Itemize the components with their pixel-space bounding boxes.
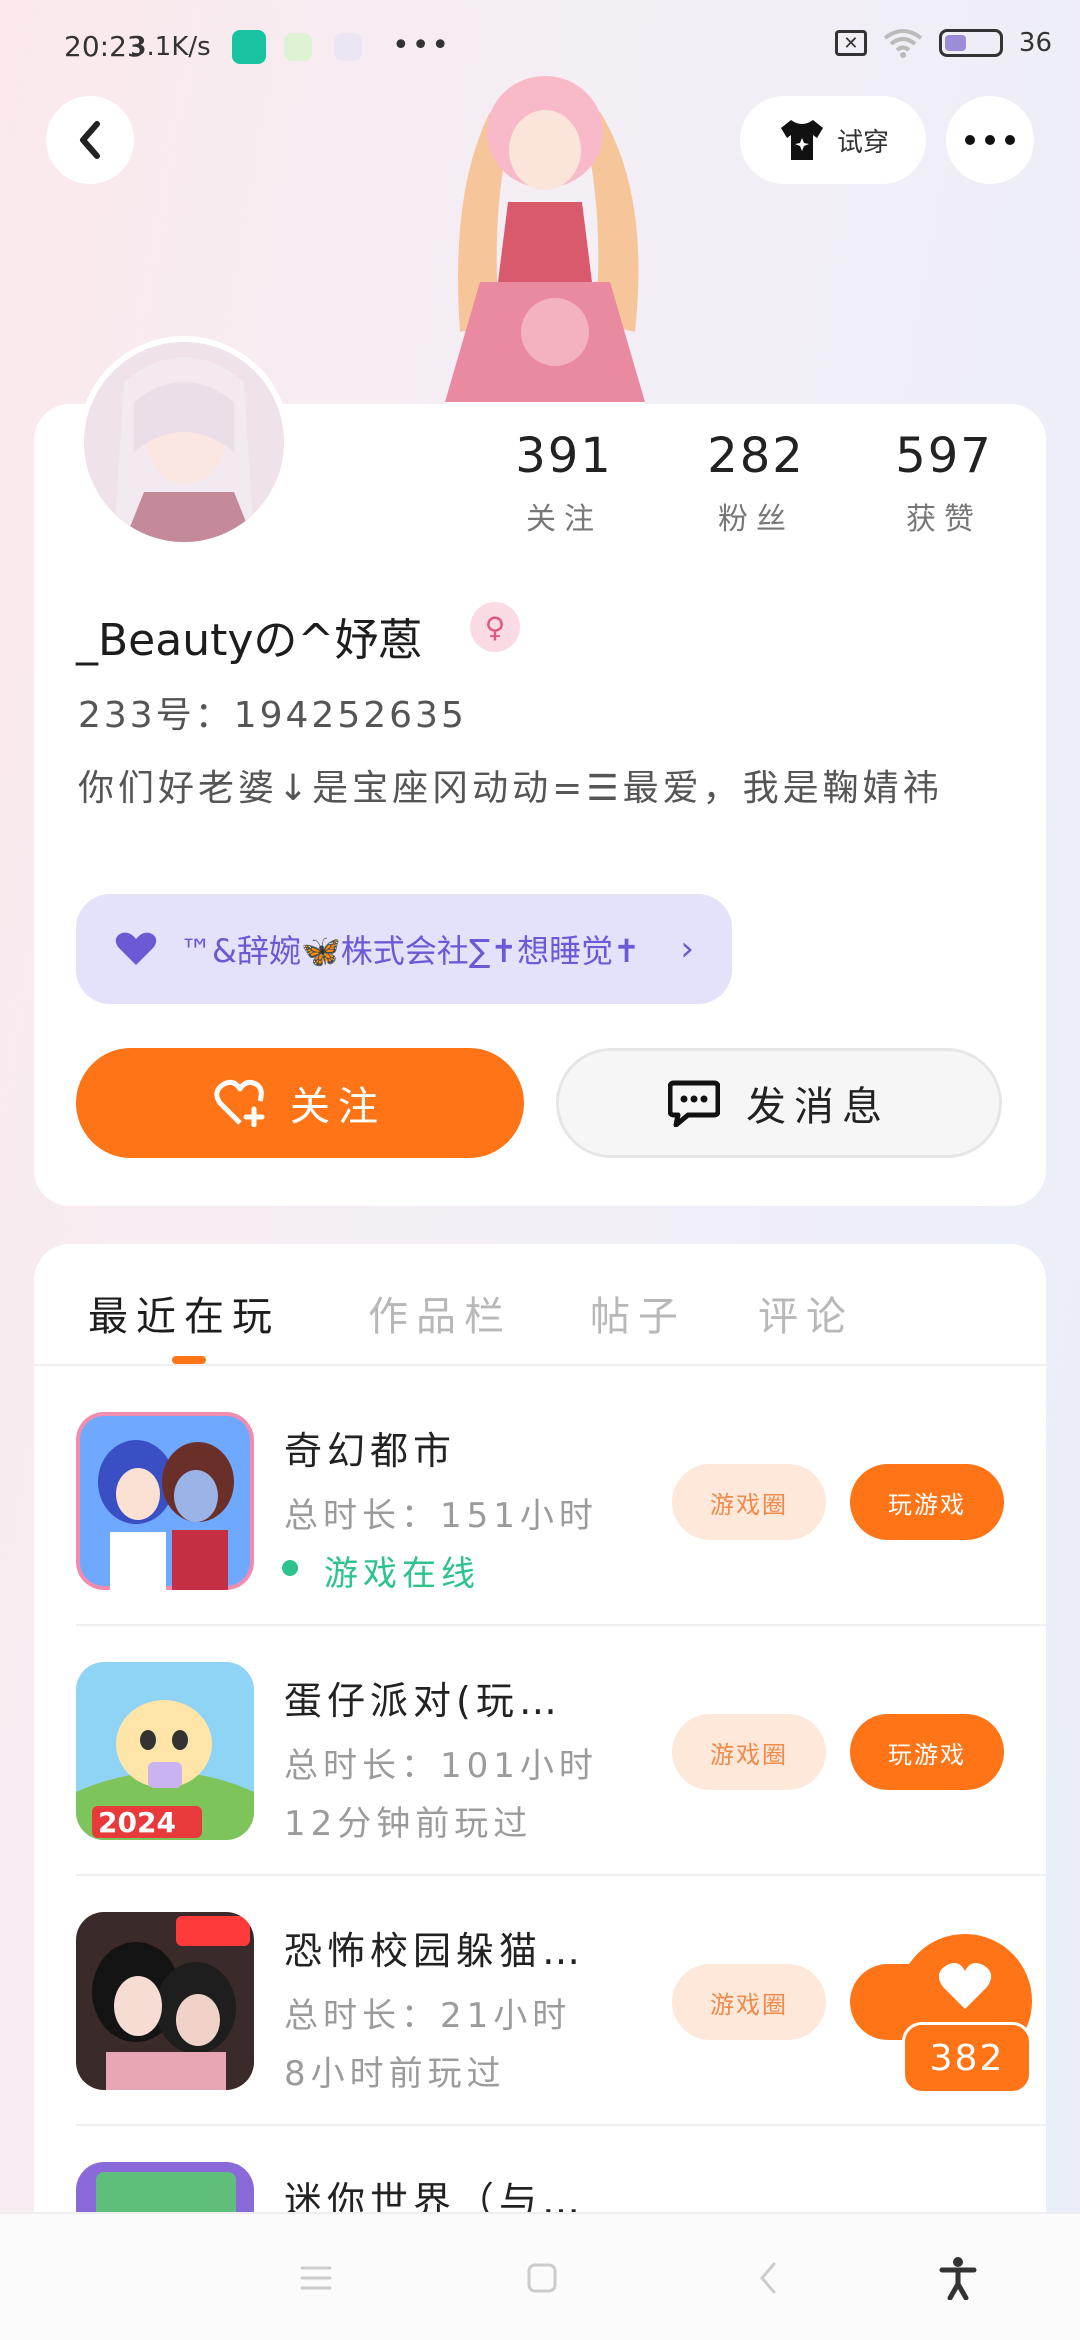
following-count: 391 [515,428,613,484]
stat-followers[interactable]: 282 粉丝 [676,428,836,538]
user-id[interactable]: 233号：194252635 [78,686,467,738]
try-on-label: 试穿 [836,127,889,158]
battery-icon [938,29,1003,57]
tab-recently-played[interactable]: 最近在玩 [88,1284,280,1342]
try-on-button[interactable]: 试穿 [740,96,926,184]
heart-icon [115,932,157,965]
avatar[interactable] [78,336,290,548]
list-item[interactable]: 恐怖校园躲猫… 总时长：21小时 8小时前玩过 游戏圈 玩 [76,1912,1016,2094]
battery-percent: 36 [1018,28,1052,58]
game-icon-eggy-party: 2024 [76,1662,254,1840]
play-game-button[interactable]: 玩游戏 [850,1464,1004,1540]
game-icon-mini-world [76,2162,254,2212]
row-divider [76,2124,1046,2126]
follow-label: 关注 [290,1084,386,1130]
shield-app-icon [232,30,266,64]
back-button[interactable] [46,96,134,184]
no-sim-icon: ✕ [834,30,867,56]
notification-app-icon-2 [334,33,362,61]
list-item[interactable]: 奇幻都市 总时长：151小时 游戏在线 游戏圈 玩游戏 [76,1412,1016,1594]
game-last-played: 12分钟前玩过 [284,1804,533,1844]
tabs-divider [34,1364,1046,1366]
followers-count: 282 [707,428,805,484]
dress-up-character [445,76,645,412]
home-icon[interactable] [518,2254,566,2302]
game-last-played: 8小时前玩过 [284,2054,506,2094]
game-playtime: 总时长：21小时 [284,1996,572,2036]
avatar-image [84,342,284,542]
list-item[interactable]: 迷你世界（与… [76,2162,1016,2212]
tshirt-icon [780,120,823,160]
system-nav-bar [0,2212,1080,2340]
notification-app-icon [284,33,312,61]
tab-posts[interactable]: 帖子 [590,1284,686,1342]
row-divider [76,1874,1046,1876]
more-notifications-icon: ••• [392,28,452,63]
likes-label: 获赞 [906,502,982,537]
game-status: 游戏在线 [324,1554,480,1594]
profile-name: _Beautyの^妤蒽 [76,615,423,666]
active-tab-indicator [172,1356,206,1364]
accessibility-icon[interactable] [934,2254,982,2302]
game-playtime: 总时长：101小时 [284,1746,598,1786]
more-dots-icon [965,135,1015,145]
message-label: 发消息 [746,1084,890,1130]
profile-tag-text: ™&辞婉🦋株式会社∑✝想睡觉✝ [180,932,640,970]
likes-count: 597 [895,428,993,484]
female-gender-icon: ♀ [470,602,520,652]
tab-comments[interactable]: 评论 [758,1284,854,1342]
profile-tabs: 最近在玩 作品栏 帖子 评论 [56,1284,1016,1364]
game-title: 恐怖校园躲猫… [284,1929,586,1973]
game-title: 迷你世界（与… [284,2179,586,2212]
network-speed: 3.1K/s [130,32,211,62]
wifi-icon [883,29,923,58]
following-label: 关注 [526,502,602,537]
chevron-right-icon: › [680,929,694,969]
play-game-button[interactable]: 玩游戏 [850,1714,1004,1790]
followers-label: 粉丝 [718,502,794,537]
game-circle-button[interactable]: 游戏圈 [672,1464,826,1540]
profile-tag-banner[interactable]: ™&辞婉🦋株式会社∑✝想睡觉✝ › [76,894,732,1004]
stat-following[interactable]: 391 关注 [484,428,644,538]
list-item[interactable]: 2024 蛋仔派对(玩… 总时长：101小时 12分钟前玩过 游戏圈 玩游戏 [76,1662,1016,1844]
online-indicator [282,1560,298,1576]
game-icon-fantasy-city [76,1412,254,1590]
like-count-badge[interactable]: 382 [902,2022,1032,2094]
heart-plus-icon [214,1079,265,1127]
chevron-left-icon [80,121,100,159]
more-options-button[interactable] [946,96,1034,184]
chat-bubble-icon [668,1080,720,1127]
tab-works[interactable]: 作品栏 [368,1284,512,1342]
heart-icon [938,1963,992,2009]
profile-bio: 你们好老婆↓是宝座冈动动=☰最爱，我是鞠婧祎 [78,768,943,809]
game-title: 奇幻都市 [284,1429,457,1473]
game-circle-button[interactable]: 游戏圈 [672,1714,826,1790]
svg-text:2024: 2024 [98,1806,176,1839]
follow-button[interactable]: 关注 [76,1048,524,1158]
menu-icon[interactable] [292,2254,340,2302]
message-button[interactable]: 发消息 [556,1048,1002,1158]
row-divider [76,1624,1046,1626]
game-circle-button[interactable]: 游戏圈 [672,1964,826,2040]
game-icon-horror-school [76,1912,254,2090]
back-nav-icon[interactable] [744,2254,792,2302]
stat-likes[interactable]: 597 获赞 [864,428,1024,538]
game-title: 蛋仔派对(玩… [284,1679,562,1723]
game-playtime: 总时长：151小时 [284,1496,598,1536]
